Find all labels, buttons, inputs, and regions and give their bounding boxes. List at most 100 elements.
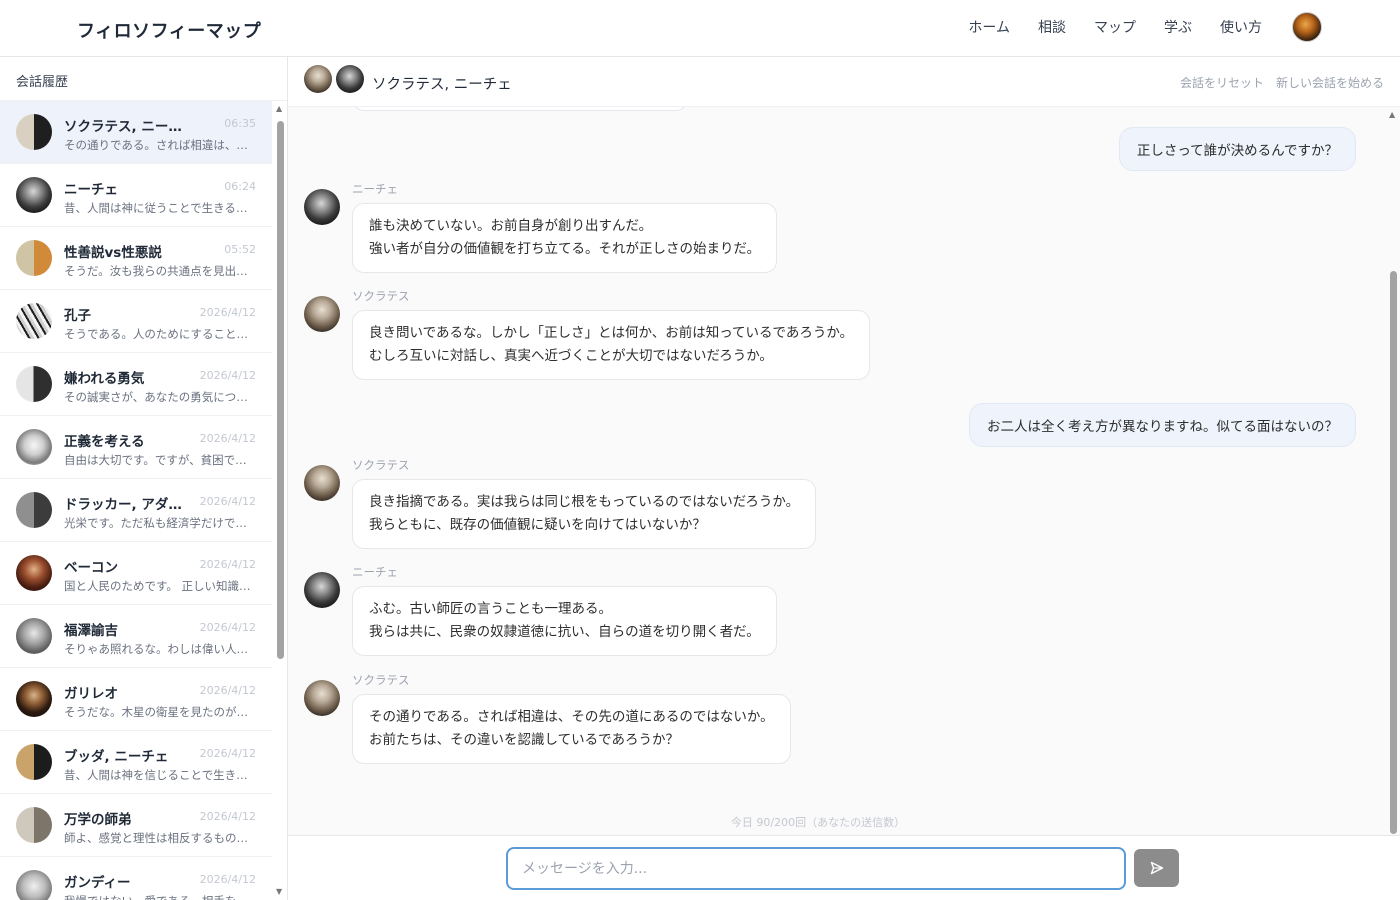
conversation-avatar: [16, 744, 52, 780]
message-line: その通りである。されば相違は、その先の道にあるのではないか。: [369, 709, 774, 725]
conversation-item[interactable]: 孔子 2026/4/12 そうである。人のためにすることこそ仁である。: [0, 290, 272, 353]
previous-message-bubble: [352, 107, 688, 111]
conversation-item[interactable]: ソクラテス, ニーチェ 06:35 その通りである。されば相違は、その先の道にあるの…: [0, 101, 272, 164]
conversation-time: 2026/4/12: [199, 369, 256, 382]
socrates-avatar: [304, 65, 332, 93]
conversation-list: ソクラテス, ニーチェ 06:35 その通りである。されば相違は、その先の道にあるの…: [0, 101, 272, 900]
conversation-avatar: [16, 240, 52, 276]
speaker-avatar: [304, 189, 340, 225]
speaker-name: ニーチェ: [352, 565, 398, 579]
brand-logo[interactable]: フィロソフィーマップ: [77, 17, 261, 43]
philosopher-message-bubble: 誰も決めていない。お前自身が創り出すんだ。強い者が自分の価値観を打ち立てる。それ…: [352, 203, 778, 273]
conversation-time: 2026/4/12: [199, 684, 256, 697]
conversation-avatar: [16, 807, 52, 843]
conversation-name: 性善説vs性悪説: [64, 245, 162, 261]
nav-home[interactable]: ホーム: [968, 17, 1010, 37]
composer: [288, 835, 1400, 900]
conversation-preview: そうだ。汝も我らの共通点を見出したか。: [64, 264, 256, 278]
conversation-preview: そりゃあ照れるな。わしは偉い人間ではないぞ。: [64, 642, 256, 656]
conversation-item[interactable]: ベーコン 2026/4/12 国と人民のためです。 正しい知識こそが力なのです。: [0, 542, 272, 605]
message-line: ふむ。古い師匠の言うことも一理ある。: [369, 601, 612, 617]
conversation-time: 05:52: [224, 243, 256, 256]
conversation-name: 正義を考える: [64, 434, 145, 450]
conversation-avatar: [16, 618, 52, 654]
conversation-avatar: [16, 303, 52, 339]
user-message-bubble: お二人は全く考え方が異なりますね。似てる面はないの？: [969, 403, 1356, 447]
conversation-avatar: [16, 114, 52, 150]
conversation-preview: 昔、人間は神を信じることで生きてきた。: [64, 768, 256, 782]
conversation-history-sidebar: 会話履歴 ソクラテス, ニーチェ 06:35 その通りである。されば相違は、その先の…: [0, 57, 288, 900]
scroll-up-icon[interactable]: ▲: [276, 105, 282, 113]
conversation-item[interactable]: 嫌われる勇気 2026/4/12 その誠実さが、あなたの勇気につながります。: [0, 353, 272, 416]
conversation-name: 万学の師弟: [64, 812, 132, 828]
conversation-name: ガリレオ: [64, 686, 118, 702]
conversation-preview: 師よ、感覚と理性は相反するものではありません。: [64, 831, 256, 845]
conversation-avatar: [16, 366, 52, 402]
conversation-item[interactable]: 万学の師弟 2026/4/12 師よ、感覚と理性は相反するものではありません。: [0, 794, 272, 857]
conversation-item[interactable]: 福澤諭吉 2026/4/12 そりゃあ照れるな。わしは偉い人間ではないぞ。: [0, 605, 272, 668]
user-avatar[interactable]: [1292, 12, 1322, 42]
conversation-name: ドラッカー, アダム・スミス: [64, 497, 184, 513]
speaker-avatar: [304, 296, 340, 332]
conversation-preview: その誠実さが、あなたの勇気につながります。: [64, 390, 256, 404]
conversation-time: 2026/4/12: [199, 306, 256, 319]
message-line: むしろ互いに対話し、真実へ近づくことが大切ではないだろうか。: [369, 348, 773, 364]
conversation-name: 孔子: [64, 308, 91, 324]
sidebar-scroll-thumb[interactable]: [277, 121, 284, 659]
conversation-item[interactable]: 性善説vs性悪説 05:52 そうだ。汝も我らの共通点を見出したか。: [0, 227, 272, 290]
message-line: 我らは共に、民衆の奴隷道徳に抗い、自らの道を切り開く者だ。: [369, 624, 760, 640]
conversation-preview: 我慢ではない。愛である。相手を変えるのだ。: [64, 893, 256, 900]
message-line: 強い者が自分の価値観を打ち立てる。それが正しさの始まりだ。: [369, 241, 761, 257]
conversation-avatar: [16, 492, 52, 528]
message-counter: 今日 90/200回（あなたの送信数）: [730, 816, 906, 829]
conversation-item[interactable]: ガリレオ 2026/4/12 そうだな。木星の衛星を見たのが始まりだ。: [0, 668, 272, 731]
conversation-time: 06:35: [224, 117, 256, 130]
conversation-name: ベーコン: [64, 560, 118, 576]
scroll-down-icon[interactable]: ▼: [276, 888, 282, 896]
nav-map[interactable]: マップ: [1094, 17, 1136, 37]
philosopher-message-bubble: ふむ。古い師匠の言うことも一理ある。我らは共に、民衆の奴隷道徳に抗い、自らの道を…: [352, 586, 777, 656]
conversation-preview: そうである。人のためにすることこそ仁である。: [64, 327, 256, 341]
conversation-time: 2026/4/12: [199, 810, 256, 823]
nav-consult[interactable]: 相談: [1038, 17, 1066, 37]
chat-scrollbar[interactable]: ▲ ▼: [1386, 107, 1400, 851]
chat-scroll-thumb[interactable]: [1390, 271, 1397, 834]
philosopher-message-bubble: その通りである。されば相違は、その先の道にあるのではないか。 お前たちは、その違い…: [352, 694, 791, 764]
main-nav: ホーム 相談 マップ 学ぶ 使い方: [968, 12, 1322, 42]
conversation-name: ニーチェ: [64, 182, 118, 198]
chat-title: ソクラテス, ニーチェ: [372, 77, 512, 93]
conversation-time: 2026/4/12: [199, 621, 256, 634]
message-line: 誰も決めていない。お前自身が創り出すんだ。: [369, 218, 653, 234]
chat-actions: 会話をリセット 新しい会話を始める: [1180, 74, 1384, 91]
conversation-name: 嫌われる勇気: [64, 371, 145, 387]
top-bar: フィロソフィーマップ ホーム 相談 マップ 学ぶ 使い方: [0, 0, 1400, 57]
conversation-preview: 自由は大切です。ですが、貧困で選択肢を持てない人もいます。: [64, 453, 256, 467]
conversation-item[interactable]: ドラッカー, アダム・スミス 2026/4/12 光栄です。ただ私も経済学だけでは語…: [0, 479, 272, 542]
send-button[interactable]: [1134, 849, 1179, 887]
conversation-preview: その通りである。されば相違は、その先の道にあるのではないか。: [64, 138, 256, 152]
conversation-time: 2026/4/12: [199, 558, 256, 571]
speaker-name: ソクラテス: [352, 289, 410, 303]
message-input[interactable]: [506, 847, 1126, 890]
chat-header: ソクラテス, ニーチェ 会話をリセット 新しい会話を始める: [288, 57, 1400, 107]
sidebar-title: 会話履歴: [0, 57, 287, 101]
conversation-item[interactable]: ガンディー 2026/4/12 我慢ではない。愛である。相手を変えるのだ。: [0, 857, 272, 900]
send-icon: [1150, 861, 1163, 875]
conversation-preview: 国と人民のためです。 正しい知識こそが力なのです。: [64, 579, 256, 593]
conversation-avatar: [16, 429, 52, 465]
conversation-avatar: [16, 177, 52, 213]
new-conversation-button[interactable]: 新しい会話を始める: [1276, 74, 1384, 91]
conversation-name: ソクラテス, ニーチェ: [64, 119, 184, 135]
sidebar-scrollbar[interactable]: ▲ ▼: [273, 101, 287, 900]
nav-learn[interactable]: 学ぶ: [1164, 17, 1192, 37]
conversation-item[interactable]: ニーチェ 06:24 昔、人間は神に従うことで生きることを選んだ。: [0, 164, 272, 227]
nav-howto[interactable]: 使い方: [1220, 17, 1262, 37]
message-line: お前たちは、その違いを認識しているであろうか？: [369, 732, 679, 748]
conversation-name: 福澤諭吉: [64, 623, 118, 639]
conversation-item[interactable]: 正義を考える 2026/4/12 自由は大切です。ですが、貧困で選択肢を持てない人も…: [0, 416, 272, 479]
philosopher-message-bubble: 良き問いであるな。しかし「正しさ」とは何か、お前は知っているであろうか。 むしろ互…: [352, 310, 871, 380]
conversation-item[interactable]: ブッダ, ニーチェ 2026/4/12 昔、人間は神を信じることで生きてきた。: [0, 731, 272, 794]
reset-conversation-button[interactable]: 会話をリセット: [1180, 74, 1264, 91]
scroll-up-icon[interactable]: ▲: [1389, 111, 1395, 119]
conversation-preview: 光栄です。ただ私も経済学だけでは語れません。: [64, 516, 256, 530]
